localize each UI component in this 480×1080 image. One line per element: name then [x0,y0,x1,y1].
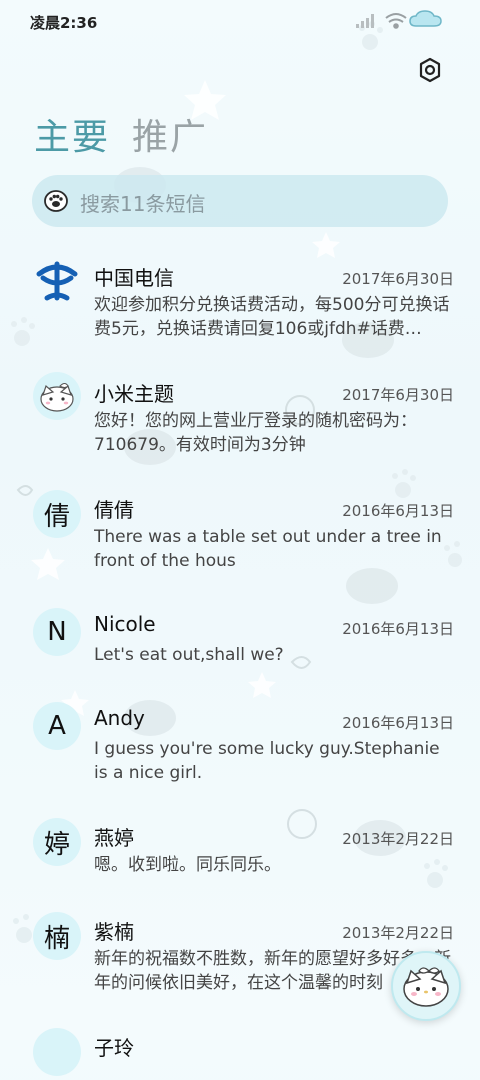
message-preview: Let's eat out,shall we? [94,645,284,665]
message-date: 2013年2月22日 [342,924,454,942]
list-item[interactable]: A Andy 2016年6月13日 I guess you're some lucky… [0,694,480,810]
tab-promotions[interactable]: 推广 [132,108,208,160]
contact-name: 小米主题 [94,382,174,406]
contact-name: 中国电信 [94,266,174,290]
list-item[interactable]: 小米主题 2017年6月30日您好！您的网上营业厅登录的随机密码为：710679。… [0,366,480,482]
message-preview: 嗯。收到啦。同乐同乐。 [94,855,281,875]
avatar[interactable]: N [33,608,81,656]
signal-icon [356,14,374,28]
status-bar: 凌晨2:36 [0,0,480,42]
message-preview: There was a table set out under a tree i… [94,527,442,571]
paw-icon [44,190,68,212]
tab-main[interactable]: 主要 [34,108,110,160]
message-date: 2016年6月13日 [342,714,454,732]
list-item[interactable]: 倩倩倩 2016年6月13日 There was a table set out u… [0,482,480,600]
message-date: 2016年6月13日 [342,620,454,638]
contact-name: 紫楠 [94,920,134,944]
message-date: 2017年6月30日 [342,386,454,404]
list-item[interactable]: 中国电信 2017年6月30日欢迎参加积分兑换话费活动，每500分可兑换话费5元，… [0,250,480,366]
list-item[interactable]: 子玲 [0,1020,480,1080]
avatar[interactable]: 婷 [33,818,81,866]
message-preview: 您好！您的网上营业厅登录的随机密码为：710679。有效时间为3分钟 [94,411,417,455]
contact-name: 燕婷 [94,826,134,850]
list-item[interactable]: N Nicole 2016年6月13日 Let's eat out,shall we? [0,600,480,694]
status-icons [356,10,442,29]
compose-button[interactable] [391,951,461,1021]
gear-icon[interactable] [416,56,444,84]
status-time: 凌晨2:36 [30,14,98,32]
kitty-avatar-icon[interactable] [33,372,81,420]
message-date: 2013年2月22日 [342,830,454,848]
contact-name: 子玲 [94,1036,134,1060]
battery-icon [409,10,442,27]
message-date: 2016年6月13日 [342,502,454,520]
wifi-icon [385,13,407,29]
contact-name: Andy [94,706,145,730]
search-input[interactable]: 搜索11条短信 [80,188,205,217]
avatar[interactable]: A [33,702,81,750]
message-preview: 欢迎参加积分兑换话费活动，每500分可兑换话费5元，兑换话费请回复106或jfd… [94,295,450,339]
contact-name: 倩倩 [94,498,134,522]
china-telecom-logo-icon[interactable] [33,256,81,304]
contact-name: Nicole [94,612,156,636]
message-date: 2017年6月30日 [342,270,454,288]
avatar[interactable] [33,1028,81,1076]
kitty-compose-icon [403,967,449,1007]
search-bar[interactable]: 搜索11条短信 [32,175,448,227]
avatar[interactable]: 楠 [33,912,81,960]
message-preview: I guess you're some lucky guy.Stephanie … [94,739,440,783]
list-item[interactable]: 婷燕婷 2013年2月22日嗯。收到啦。同乐同乐。 [0,810,480,904]
avatar[interactable]: 倩 [33,490,81,538]
